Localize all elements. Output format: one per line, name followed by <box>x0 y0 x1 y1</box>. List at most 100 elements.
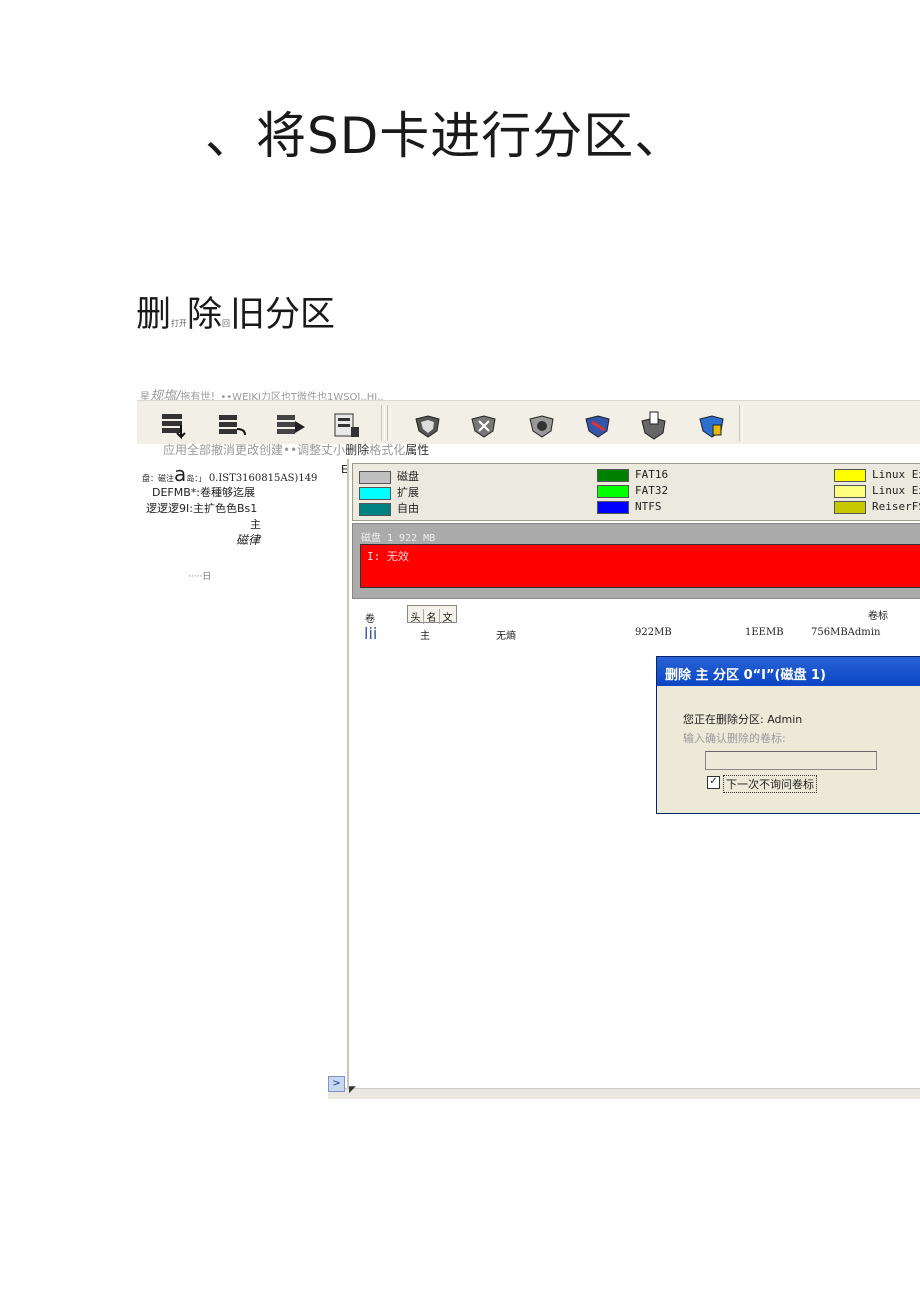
heading-part-b: 除 <box>187 295 223 335</box>
legend-swatch <box>834 500 866 514</box>
heading-small-a: 打开 <box>171 319 188 328</box>
column-tab[interactable]: 文 <box>440 609 455 624</box>
legend-label: Linux Ex <box>872 484 920 497</box>
info-icon <box>699 415 724 438</box>
expand-arrow-button[interactable]: > <box>328 1076 345 1092</box>
volume-label-input[interactable] <box>705 751 877 770</box>
legend-item: ReiserFS <box>834 500 920 514</box>
legend-item: Linux Ex <box>834 468 920 482</box>
legend-item: 扩展 <box>359 484 419 500</box>
legend-item: 磁盘 <box>359 468 419 484</box>
dont-ask-checkbox-label[interactable]: 下一次不询问卷标 <box>723 775 817 793</box>
undo-button[interactable] <box>275 411 309 441</box>
document-title: 、将SD卡进行分区、 <box>205 107 686 165</box>
legend-swatch <box>597 500 629 514</box>
create-button[interactable] <box>333 411 367 441</box>
tool-button[interactable] <box>637 411 671 441</box>
dialog-prompt: 输入确认删除的卷标: <box>683 732 786 745</box>
toolbar-label-delete: 删除 <box>345 443 370 457</box>
toolbar <box>137 400 920 444</box>
toolbar-label-group: 应用全部撤消更改创建••调整丈小 <box>163 443 346 457</box>
delete-button[interactable] <box>467 411 501 441</box>
heading-part-a: 删 <box>136 295 172 335</box>
disk-info-line: 主 <box>250 518 261 531</box>
tool-icon <box>641 411 666 440</box>
legend-label: ReiserFS <box>872 500 920 513</box>
resize-icon <box>415 415 440 438</box>
dialog-title: 删除 主 分区 0“I”(磁盘 1) <box>665 668 827 683</box>
resize-grip-icon[interactable]: ◤ <box>349 1085 356 1095</box>
delete-icon <box>471 415 496 438</box>
column-header-tabs[interactable]: 头名文 <box>407 605 457 624</box>
legend-label: FAT32 <box>635 484 669 497</box>
legend-swatch <box>359 486 391 500</box>
legend-label: 磁盘 <box>397 470 419 483</box>
legend-label: 扩展 <box>397 486 419 499</box>
legend-label: 自由 <box>397 502 419 515</box>
partition-block[interactable]: I: 无效 <box>360 544 920 588</box>
disk-map: 磁盘 1 922 MB I: 无效 <box>352 523 920 599</box>
toolbar-labels: 应用全部撤消更改创建••调整丈小删除格式化属性 <box>163 441 429 458</box>
legend-item: Linux Ex <box>834 484 920 498</box>
toolbar-separator <box>381 405 385 441</box>
disk-map-label: 磁盘 1 922 MB <box>361 533 436 544</box>
undo-icon <box>277 415 305 434</box>
table-cell-fs[interactable]: 无熵 <box>496 627 516 642</box>
properties-button[interactable] <box>581 411 615 441</box>
table-cell-free-label[interactable]: 756MBAdmin <box>811 627 880 638</box>
partition-label: I: 无效 <box>367 550 409 563</box>
create-icon <box>334 413 359 437</box>
legend-swatch <box>359 470 391 484</box>
disk-info-line: 盘：磁注a岛：」 0.IST3160815AS)149 <box>142 462 317 486</box>
disk-letter: a <box>174 462 187 486</box>
heading-small-b: 回 <box>222 319 231 328</box>
horizontal-scrollbar[interactable] <box>328 1088 920 1099</box>
undo-all-button[interactable] <box>217 411 251 441</box>
resize-button[interactable] <box>411 411 445 441</box>
properties-icon <box>585 415 610 438</box>
delete-partition-dialog: 删除 主 分区 0“I”(磁盘 1) 您正在删除分区: Admin 输入确认删除… <box>656 656 920 814</box>
legend: 磁盘扩展自由 FAT16 FAT32 NTFS Linux Ex Linux Ex Reis… <box>352 463 920 521</box>
column-tab[interactable]: 头 <box>408 609 424 624</box>
apply-button[interactable] <box>159 411 193 441</box>
toolbar-label-properties: 属性 <box>405 443 430 457</box>
legend-swatch <box>359 502 391 516</box>
legend-swatch <box>597 484 629 498</box>
info-button[interactable] <box>695 411 729 441</box>
heading-part-c: 旧分区 <box>230 295 336 335</box>
column-header-label[interactable]: 卷标 <box>868 607 888 622</box>
dialog-message: 您正在删除分区: Admin <box>683 713 803 726</box>
legend-label: Linux Ex <box>872 468 920 481</box>
table-cell-size[interactable]: 922MB <box>635 627 672 638</box>
legend-swatch <box>834 484 866 498</box>
toolbar-separator <box>387 405 391 441</box>
table-cell-type[interactable]: 主 <box>420 627 430 642</box>
column-tab[interactable]: 名 <box>424 609 440 624</box>
format-icon <box>529 415 554 438</box>
disk-info-line: ·····日 <box>188 572 212 582</box>
disk-info-line: 磁律 <box>236 533 261 547</box>
legend-swatch <box>597 468 629 482</box>
legend-item: NTFS <box>597 500 662 514</box>
legend-item: 自由 <box>359 500 419 516</box>
legend-item: FAT16 <box>597 468 668 482</box>
legend-item: FAT32 <box>597 484 668 498</box>
column-header-volume[interactable]: 卷 <box>365 610 375 625</box>
table-cell-used[interactable]: 1EEMB <box>745 627 784 638</box>
toolbar-separator <box>739 405 743 441</box>
toolbar-label-format: 格式化 <box>369 443 406 457</box>
apply-icon <box>162 414 186 440</box>
dont-ask-checkbox[interactable]: ✓ <box>707 776 720 789</box>
disk-info-line: DEFMB*:卷種够迄展 <box>152 486 255 499</box>
partition-icon: lii <box>364 624 378 643</box>
section-heading: 删打开除回旧分区 <box>136 286 335 337</box>
legend-swatch <box>834 468 866 482</box>
legend-label: FAT16 <box>635 468 669 481</box>
disk-sub: 岛：」 <box>186 474 207 483</box>
dialog-titlebar[interactable]: 删除 主 分区 0“I”(磁盘 1) <box>657 657 920 686</box>
disk-info-line: 逻逻逻9I:主扩色色Bs1 <box>146 502 258 515</box>
disk-model: 0.IST3160815AS)149 <box>208 473 318 484</box>
format-button[interactable] <box>525 411 559 441</box>
legend-label: NTFS <box>635 500 662 513</box>
undo-all-icon <box>219 415 246 436</box>
